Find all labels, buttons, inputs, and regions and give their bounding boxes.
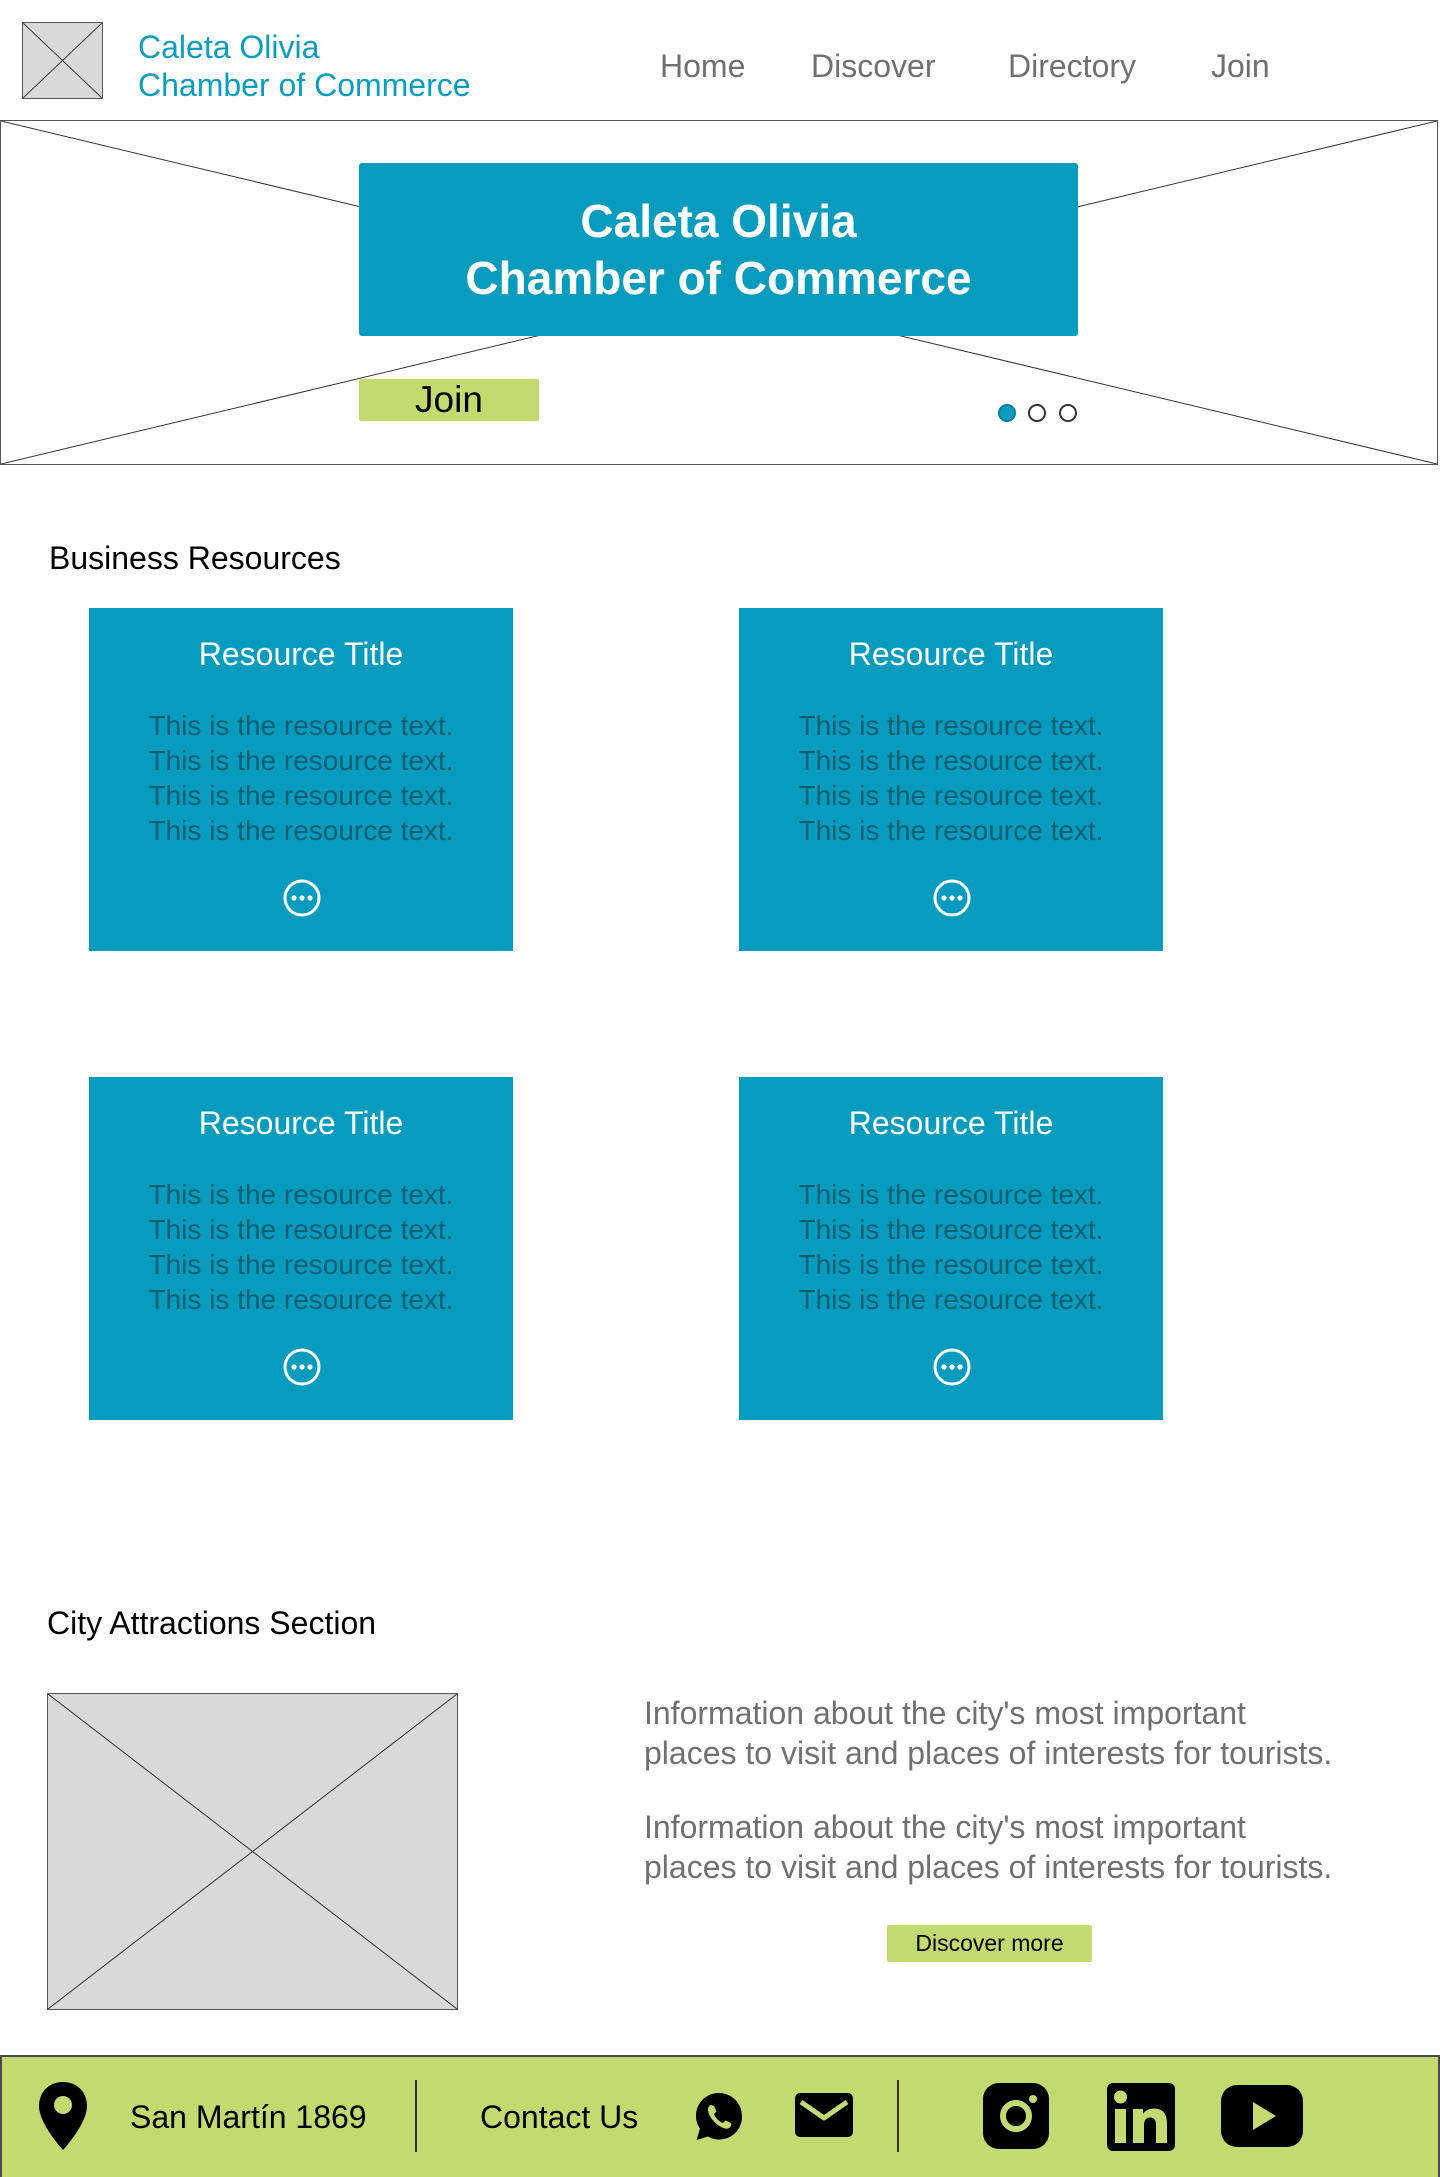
mail-icon[interactable] [794,2092,854,2138]
footer-divider [897,2080,899,2152]
resource-title: Resource Title [848,636,1054,672]
more-options-icon[interactable] [282,878,322,918]
more-options-icon[interactable] [932,1347,972,1387]
nav-join[interactable]: Join [1211,48,1270,85]
brand-line-1: Caleta Olivia [138,29,320,65]
resource-title: Resource Title [198,636,404,672]
hero-title-line-2: Chamber of Commerce [465,252,972,304]
whatsapp-icon[interactable] [692,2090,746,2144]
more-options-icon[interactable] [282,1347,322,1387]
resource-card: Resource Title This is the resource text… [89,608,513,951]
footer-address: San Martín 1869 [130,2099,367,2135]
attraction-info-paragraph: Information about the city's most import… [644,1695,1333,1771]
resource-text: This is the resource text. This is the r… [148,710,454,846]
nav-discover[interactable]: Discover [811,48,935,85]
carousel-dot-2[interactable] [1028,404,1046,422]
city-attractions-title: City Attractions Section [47,1605,377,1641]
more-options-icon[interactable] [932,878,972,918]
resource-text: This is the resource text. This is the r… [798,1179,1104,1315]
resource-card: Resource Title This is the resource text… [739,1077,1163,1420]
resource-text: This is the resource text. This is the r… [798,710,1104,846]
footer-divider [415,2080,417,2152]
nav-directory[interactable]: Directory [1008,48,1136,85]
resource-card: Resource Title This is the resource text… [739,608,1163,951]
brand-line-2: Chamber of Commerce [138,67,471,103]
linkedin-icon[interactable] [1106,2082,1176,2152]
resource-text: This is the resource text. This is the r… [148,1179,454,1315]
instagram-icon[interactable] [982,2082,1050,2150]
resource-card: Resource Title This is the resource text… [89,1077,513,1420]
resource-title: Resource Title [198,1105,404,1141]
logo-placeholder[interactable] [22,22,103,99]
business-resources-title: Business Resources [49,540,341,576]
contact-us-link[interactable]: Contact Us [480,2099,638,2136]
carousel-dot-1[interactable] [998,404,1016,422]
discover-more-button[interactable]: Discover more [887,1925,1092,1962]
hero-join-button[interactable]: Join [359,379,539,421]
location-pin-icon [39,2082,87,2150]
carousel-dot-3[interactable] [1059,404,1077,422]
youtube-icon[interactable] [1220,2084,1304,2148]
resource-title: Resource Title [848,1105,1054,1141]
attraction-image-placeholder [47,1693,458,2010]
hero-title-line-1: Caleta Olivia [580,195,857,247]
brand-name[interactable]: Caleta Olivia Chamber of Commerce [138,28,471,104]
attraction-info-paragraph: Information about the city's most import… [644,1809,1333,1885]
nav-home[interactable]: Home [660,48,745,85]
hero-title: Caleta Olivia Chamber of Commerce [359,163,1078,336]
